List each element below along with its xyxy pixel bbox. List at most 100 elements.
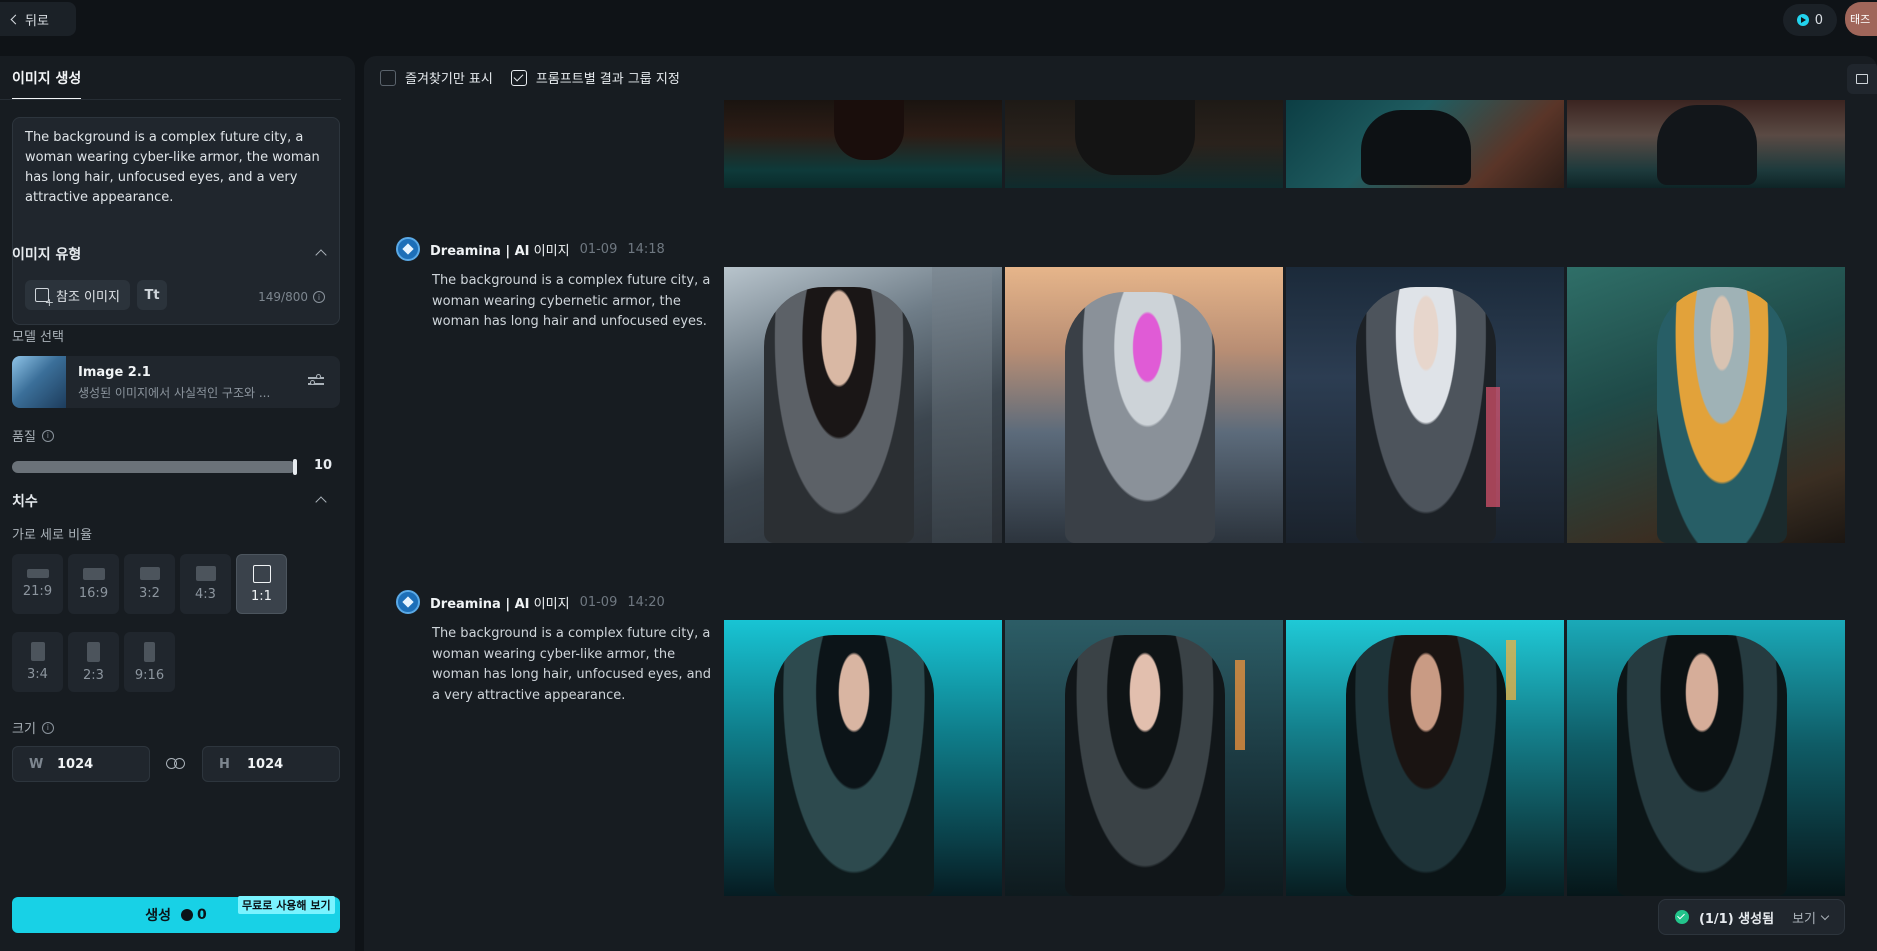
free-trial-badge: 무료로 사용해 보기 — [238, 896, 335, 914]
aspect-ratio-label: 3:4 — [27, 667, 48, 682]
group-by-prompt-toggle[interactable]: 프롬프트별 결과 그룹 지정 — [510, 68, 680, 87]
prompt-input[interactable]: The background is a complex future city,… — [25, 128, 331, 208]
favorites-only-toggle[interactable]: 즐겨찾기만 표시 — [380, 68, 493, 87]
width-field[interactable]: W 1024 — [12, 746, 150, 782]
aspect-ratio-21-9-button[interactable]: 21:9 — [12, 554, 63, 614]
model-name: Image 2.1 — [78, 365, 151, 380]
model-selector[interactable]: Image 2.1 생성된 이미지에서 사실적인 구조와 ... — [12, 356, 340, 408]
reference-image-label: 참조 이미지 — [56, 289, 120, 305]
generate-cost: 0 — [181, 907, 207, 923]
generated-image[interactable] — [1005, 620, 1283, 896]
text-format-icon: Tt — [144, 287, 160, 303]
check-circle-icon — [1674, 910, 1689, 924]
chevron-left-icon — [10, 14, 21, 24]
settings-sliders-icon[interactable] — [308, 373, 324, 389]
status-text: (1/1) 생성됨 — [1698, 911, 1775, 927]
aspect-ratio-4-3-button[interactable]: 4:3 — [180, 554, 231, 614]
reference-image-button[interactable]: 참조 이미지 — [25, 280, 130, 310]
view-dropdown[interactable]: 보기 — [1792, 908, 1830, 927]
generated-image[interactable] — [1286, 620, 1564, 896]
checkbox-checked-icon[interactable] — [510, 69, 527, 86]
dreamina-logo-icon — [396, 237, 420, 261]
info-icon[interactable]: i — [41, 721, 54, 734]
generated-image[interactable] — [1286, 267, 1564, 543]
generated-image[interactable] — [724, 620, 1002, 896]
generated-image[interactable] — [1567, 267, 1845, 543]
chevron-down-icon — [1820, 911, 1830, 920]
height-value[interactable]: 1024 — [247, 757, 283, 772]
generation-time: 14:20 — [627, 594, 665, 610]
divider — [0, 99, 341, 100]
aspect-ratio-label: 9:16 — [134, 667, 165, 683]
generated-image[interactable] — [1567, 100, 1845, 188]
results-panel: 즐겨찾기만 표시 프롬프트별 결과 그룹 지정 Dreamina | AI 이미… — [364, 56, 1877, 951]
aspect-ratio-shape-icon — [87, 641, 100, 662]
quality-value: 10 — [314, 458, 333, 473]
generate-label: 생성 — [145, 908, 171, 924]
text-tool-button[interactable]: Tt — [137, 280, 167, 310]
link-icon[interactable] — [166, 758, 186, 770]
image-row — [724, 620, 1845, 896]
folder-icon — [1856, 74, 1868, 84]
generated-image[interactable] — [1567, 620, 1845, 896]
model-select-label: 모델 선택 — [12, 326, 64, 345]
generation-panel: 이미지 생성 The background is a complex futur… — [0, 56, 355, 951]
generated-image[interactable] — [724, 100, 1002, 188]
chevron-up-icon[interactable] — [315, 496, 327, 508]
quality-slider-handle[interactable] — [293, 459, 297, 475]
generation-date: 01-09 — [579, 241, 618, 257]
height-label: H — [219, 756, 230, 772]
group-by-prompt-label: 프롬프트별 결과 그룹 지정 — [535, 72, 680, 87]
char-count: 149/800 i — [258, 290, 325, 304]
folder-button[interactable] — [1847, 64, 1877, 94]
model-thumbnail — [12, 356, 66, 408]
width-value[interactable]: 1024 — [57, 757, 93, 772]
generated-image[interactable] — [1005, 267, 1283, 543]
credits-badge[interactable]: 0 — [1782, 4, 1837, 36]
info-icon[interactable]: i — [41, 429, 54, 442]
generation-kind: 이미지 — [533, 596, 570, 612]
prompt-box[interactable]: The background is a complex future city,… — [12, 117, 340, 325]
checkbox-icon[interactable] — [380, 69, 396, 86]
quality-text: 품질 — [12, 430, 36, 445]
generated-image[interactable] — [1286, 100, 1564, 188]
aspect-ratio-shape-icon — [252, 564, 271, 583]
aspect-ratio-1-1-button[interactable]: 1:1 — [236, 554, 287, 614]
tab-image-generation[interactable]: 이미지 생성 — [12, 68, 82, 100]
aspect-ratio-shape-icon — [26, 569, 49, 578]
aspect-ratio-3-4-button[interactable]: 3:4 — [12, 632, 63, 692]
height-field[interactable]: H 1024 — [202, 746, 340, 782]
width-label: W — [29, 756, 44, 772]
aspect-ratio-label: 1:1 — [251, 588, 272, 604]
generation-prompt[interactable]: The background is a complex future city,… — [432, 624, 712, 706]
aspect-ratio-16-9-button[interactable]: 16:9 — [68, 554, 119, 614]
filter-row: 즐겨찾기만 표시 프롬프트별 결과 그룹 지정 — [380, 68, 680, 87]
quality-slider-track[interactable] — [12, 461, 296, 473]
generation-status[interactable]: (1/1) 생성됨 보기 — [1657, 899, 1845, 935]
aspect-ratio-2-3-button[interactable]: 2:3 — [68, 632, 119, 692]
back-button[interactable]: 뒤로 — [0, 2, 76, 36]
generated-image[interactable] — [724, 267, 1002, 543]
size-text: 크기 — [12, 722, 36, 737]
quality-label: 품질 i — [12, 426, 54, 445]
aspect-ratio-shape-icon — [144, 641, 155, 662]
aspect-ratio-label: 2:3 — [83, 667, 104, 683]
credit-coin-icon — [181, 909, 193, 921]
generated-image[interactable] — [1005, 100, 1283, 188]
aspect-ratio-9-16-button[interactable]: 9:16 — [124, 632, 175, 692]
generation-prompt[interactable]: The background is a complex future city,… — [432, 271, 712, 333]
aspect-ratio-label: 4:3 — [195, 587, 216, 602]
model-select-text: 모델 선택 — [12, 330, 64, 345]
aspect-ratio-shape-icon — [30, 642, 45, 661]
generation-brand: Dreamina | AI — [430, 596, 530, 612]
generation-brand: Dreamina | AI — [430, 243, 530, 259]
avatar-text: 태즈 — [1850, 13, 1871, 26]
aspect-ratio-3-2-button[interactable]: 3:2 — [124, 554, 175, 614]
info-icon[interactable]: i — [313, 291, 325, 303]
dreamina-logo-icon — [396, 590, 420, 614]
generation-meta: Dreamina | AI 이미지 01-09 14:20 The backgr… — [396, 590, 716, 706]
avatar[interactable]: 태즈 — [1845, 2, 1877, 36]
aspect-ratio-text: 가로 세로 비율 — [12, 528, 93, 543]
generate-cost-value: 0 — [197, 907, 207, 923]
generation-header: Dreamina | AI 이미지 01-09 14:20 — [396, 590, 716, 614]
